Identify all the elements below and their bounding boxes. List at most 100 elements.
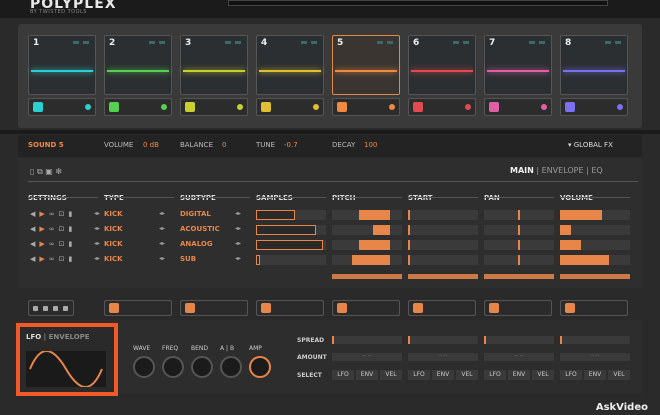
speaker-icon[interactable]: ◀ xyxy=(30,210,35,218)
volume-slider[interactable] xyxy=(560,210,630,220)
start-slider[interactable] xyxy=(408,255,478,265)
layer-button-icon[interactable] xyxy=(43,306,48,311)
volume-slider[interactable] xyxy=(560,240,630,250)
mute-icon[interactable]: ▮ xyxy=(69,255,73,263)
sample-arrows-icon[interactable]: ◂▸ xyxy=(235,255,241,262)
select-lfo-button[interactable]: LFO xyxy=(408,370,430,380)
knob-1[interactable] xyxy=(162,356,184,378)
layer-type[interactable]: KICK xyxy=(104,240,123,248)
type-prev-icon[interactable]: ◂▸ xyxy=(94,225,100,232)
tab-main[interactable]: MAIN xyxy=(510,166,534,175)
spread-slider[interactable] xyxy=(560,336,630,344)
pitch-slider[interactable] xyxy=(332,225,402,235)
pad-mode-icon[interactable] xyxy=(185,102,195,112)
link-icon[interactable]: ∞ xyxy=(49,210,55,218)
subtype-arrows-icon[interactable]: ◂▸ xyxy=(159,240,165,247)
pad-control-8[interactable] xyxy=(560,98,628,116)
pan-slider[interactable] xyxy=(484,240,554,250)
pad-4[interactable]: 4 xyxy=(256,35,324,95)
play-icon[interactable]: ▶ xyxy=(39,240,44,248)
pitch-slider[interactable] xyxy=(332,210,402,220)
pad-control-3[interactable] xyxy=(180,98,248,116)
file-icons[interactable]: ▯ ⧉ ▣ ✻ xyxy=(30,167,62,177)
modulation-slot[interactable] xyxy=(104,300,172,316)
amount-field[interactable]: -- -- xyxy=(332,353,402,361)
select-env-button[interactable]: ENV xyxy=(432,370,454,380)
speaker-icon[interactable]: ◀ xyxy=(30,240,35,248)
pad-control-4[interactable] xyxy=(256,98,324,116)
modulation-icon[interactable] xyxy=(261,303,271,313)
layer-subtype[interactable]: DIGITAL xyxy=(180,210,211,218)
pad-control-7[interactable] xyxy=(484,98,552,116)
lock-icon[interactable]: ⊡ xyxy=(59,240,65,248)
knob-3[interactable] xyxy=(220,356,242,378)
pad-8[interactable]: 8 xyxy=(560,35,628,95)
tune-value[interactable]: -0.7 xyxy=(284,141,298,149)
type-prev-icon[interactable]: ◂▸ xyxy=(94,210,100,217)
modulation-icon[interactable] xyxy=(337,303,347,313)
modulation-icon[interactable] xyxy=(109,303,119,313)
decay-value[interactable]: 100 xyxy=(364,141,377,149)
pan-slider[interactable] xyxy=(484,210,554,220)
play-icon[interactable]: ▶ xyxy=(39,210,44,218)
modulation-slot[interactable] xyxy=(560,300,628,316)
mute-icon[interactable]: ▮ xyxy=(69,225,73,233)
type-prev-icon[interactable]: ◂▸ xyxy=(94,240,100,247)
select-vel-button[interactable]: VEL xyxy=(456,370,478,380)
subtype-arrows-icon[interactable]: ◂▸ xyxy=(159,225,165,232)
modulation-slot[interactable] xyxy=(332,300,400,316)
start-slider[interactable] xyxy=(408,240,478,250)
sample-slot[interactable] xyxy=(256,255,326,265)
spread-slider[interactable] xyxy=(408,336,478,344)
tab-envelope[interactable]: ENVELOPE xyxy=(542,166,584,175)
pad-control-2[interactable] xyxy=(104,98,172,116)
copy-icon[interactable]: ⧉ xyxy=(37,167,43,176)
select-vel-button[interactable]: VEL xyxy=(532,370,554,380)
pan-slider[interactable] xyxy=(484,225,554,235)
pad-mode-icon[interactable] xyxy=(413,102,423,112)
pad-mode-icon[interactable] xyxy=(337,102,347,112)
layer-subtype[interactable]: ANALOG xyxy=(180,240,213,248)
pad-control-6[interactable] xyxy=(408,98,476,116)
layer-buttons[interactable] xyxy=(28,300,74,316)
sample-slot[interactable] xyxy=(256,210,326,220)
select-lfo-button[interactable]: LFO xyxy=(332,370,354,380)
layer-subtype[interactable]: SUB xyxy=(180,255,196,263)
pad-control-5[interactable] xyxy=(332,98,400,116)
lfo-tab[interactable]: LFO xyxy=(26,333,41,341)
start-slider[interactable] xyxy=(408,210,478,220)
layer-button-icon[interactable] xyxy=(63,306,68,311)
sample-slot[interactable] xyxy=(256,225,326,235)
amount-field[interactable]: -- -- xyxy=(484,353,554,361)
pad-5[interactable]: 5 xyxy=(332,35,400,95)
layer-type[interactable]: KICK xyxy=(104,210,123,218)
speaker-icon[interactable]: ◀ xyxy=(30,225,35,233)
tab-eq[interactable]: EQ xyxy=(591,166,602,175)
knob-0[interactable] xyxy=(133,356,155,378)
layer-type[interactable]: KICK xyxy=(104,255,123,263)
envelope-tab[interactable]: ENVELOPE xyxy=(49,333,90,341)
subtype-arrows-icon[interactable]: ◂▸ xyxy=(159,210,165,217)
select-env-button[interactable]: ENV xyxy=(356,370,378,380)
volume-value[interactable]: 0 dB xyxy=(143,141,159,149)
spread-slider[interactable] xyxy=(332,336,402,344)
sample-arrows-icon[interactable]: ◂▸ xyxy=(235,240,241,247)
lock-icon[interactable]: ⊡ xyxy=(59,225,65,233)
save-icon[interactable]: ▣ xyxy=(45,167,53,176)
speaker-icon[interactable]: ◀ xyxy=(30,255,35,263)
modulation-icon[interactable] xyxy=(489,303,499,313)
pad-3[interactable]: 3 xyxy=(180,35,248,95)
pad-mode-icon[interactable] xyxy=(109,102,119,112)
new-file-icon[interactable]: ▯ xyxy=(30,167,34,176)
pad-mode-icon[interactable] xyxy=(565,102,575,112)
modulation-slot[interactable] xyxy=(408,300,476,316)
amount-field[interactable]: -- -- xyxy=(408,353,478,361)
mute-icon[interactable]: ▮ xyxy=(69,240,73,248)
sample-slot[interactable] xyxy=(256,240,326,250)
pad-2[interactable]: 2 xyxy=(104,35,172,95)
pad-control-1[interactable] xyxy=(28,98,96,116)
select-lfo-button[interactable]: LFO xyxy=(484,370,506,380)
modulation-icon[interactable] xyxy=(413,303,423,313)
knob-2[interactable] xyxy=(191,356,213,378)
pad-7[interactable]: 7 xyxy=(484,35,552,95)
